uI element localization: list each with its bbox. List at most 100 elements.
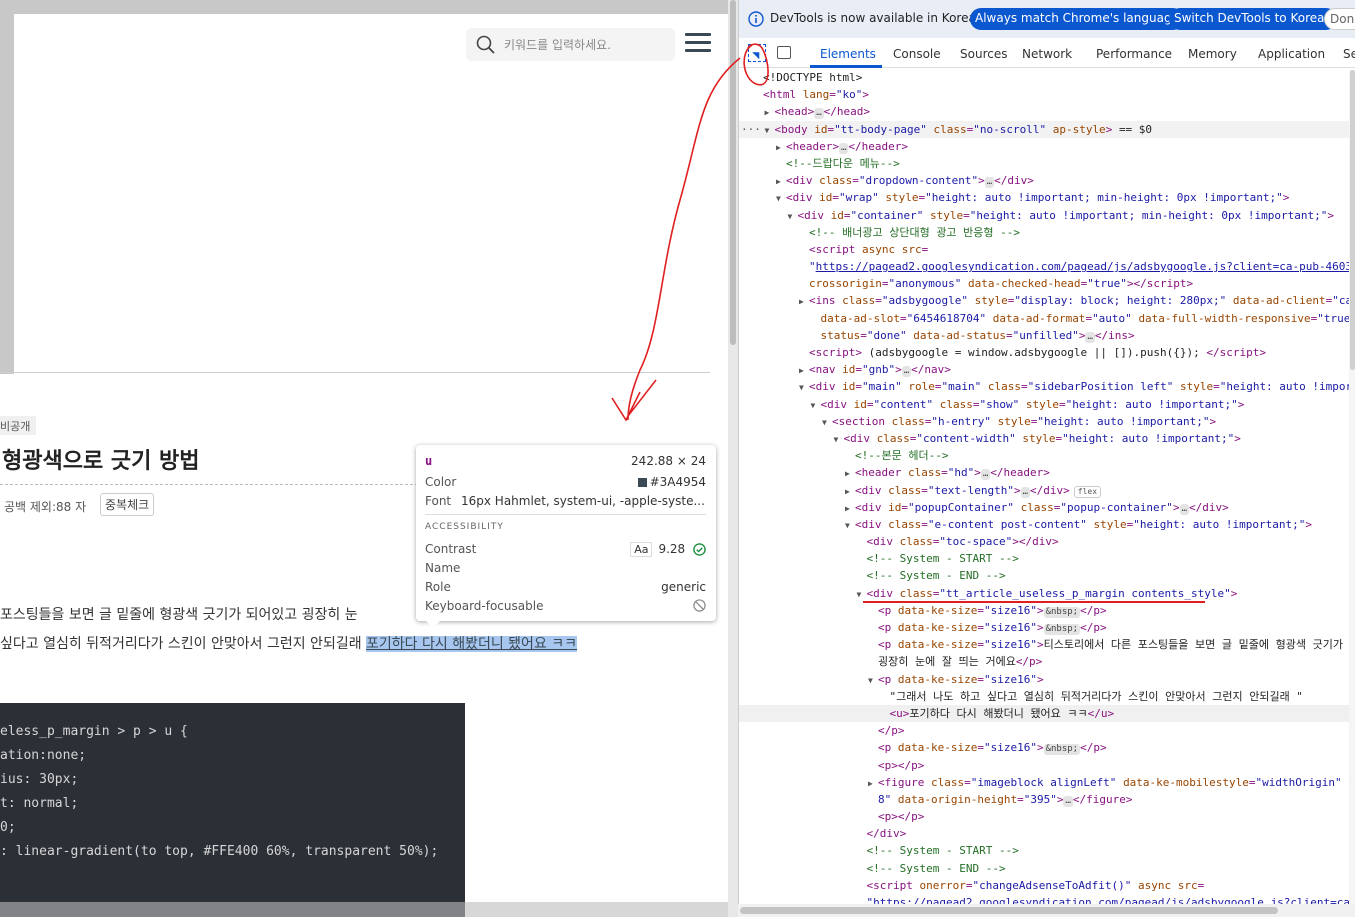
tab-console[interactable]: Console: [893, 47, 941, 61]
dom-node-line[interactable]: <!DOCTYPE html>: [739, 69, 1355, 86]
dom-node-line[interactable]: ▼ <section class="h-entry" style="height:…: [739, 413, 1355, 430]
post-paragraph-1: 포스팅들을 보면 글 밑줄에 형광색 긋기가 되어있고 굉장히 눈: [0, 607, 358, 623]
dom-node-line[interactable]: <script onerror="changeAdsenseToAdfit()"…: [739, 877, 1355, 894]
dom-node-line[interactable]: ▼ <div id="container" style="height: auto…: [739, 207, 1355, 224]
devtools-panel: DevTools is now available in Korean! Alw…: [738, 0, 1355, 917]
dom-node-line[interactable]: ▶ <ins class="adsbygoogle" style="display…: [739, 292, 1355, 309]
code-line: t: normal;: [0, 796, 79, 811]
expand-arrow-icon[interactable]: ▼: [811, 397, 821, 414]
tab-application[interactable]: Application: [1258, 47, 1325, 61]
tooltip-font-row: Font 16px Hahmlet, system-ui, -apple-sys…: [425, 494, 705, 508]
expand-arrow-icon[interactable]: ▶: [765, 104, 775, 121]
dom-node-line[interactable]: <p data-ke-size="size16">티스토리에서 다른 포스팅들을…: [739, 636, 1355, 653]
dom-node-line[interactable]: ▼ <p data-ke-size="size16">: [739, 671, 1355, 688]
expand-arrow-icon[interactable]: ▶: [799, 362, 809, 379]
post-paragraph-2: 싶다고 열심히 뒤적거리다가 스킨이 안맞아서 그런지 안되길래 포기하다 다시…: [0, 633, 578, 653]
dom-node-line[interactable]: <script> (adsbygoogle = window.adsbygoog…: [739, 344, 1355, 361]
web-page: 키워드를 입력하세요. 비공개 형광색으로 긋기 방법 공백 제외:88 자 중…: [0, 0, 738, 917]
expand-arrow-icon[interactable]: ▶: [776, 139, 786, 156]
expand-arrow-icon[interactable]: ▶: [868, 775, 878, 792]
dom-node-line[interactable]: <!-- System - END -->: [739, 567, 1355, 584]
dom-node-line[interactable]: "https://pagead2.googlesyndication.com/p…: [739, 258, 1355, 275]
expand-arrow-icon[interactable]: ▼: [845, 517, 855, 534]
search-box[interactable]: 키워드를 입력하세요.: [466, 28, 675, 61]
dom-node-line[interactable]: ▼ <div id="main" role="main" class="sideb…: [739, 378, 1355, 395]
dom-node-line[interactable]: status="done" data-ad-status="unfilled">…: [739, 327, 1355, 344]
device-toolbar-icon[interactable]: [777, 46, 791, 59]
dom-node-line[interactable]: ▶ <div class="text-length">… </div> flex: [739, 482, 1355, 499]
dom-node-line[interactable]: <p data-ke-size="size16"> &nbsp; </p>: [739, 739, 1355, 756]
always-match-language-button[interactable]: Always match Chrome's language: [970, 8, 1184, 30]
duplicate-check-button[interactable]: 중복체크: [100, 493, 155, 516]
expand-arrow-icon[interactable]: ▼: [868, 672, 878, 689]
dom-node-line[interactable]: ▼ <div class="content-width" style="heigh…: [739, 430, 1355, 447]
dom-node-line[interactable]: <div class="toc-space"></div>: [739, 533, 1355, 550]
dom-node-line[interactable]: <script async src=: [739, 241, 1355, 258]
dom-node-line[interactable]: <!--드랍다운 메뉴-->: [739, 155, 1355, 172]
dom-node-line[interactable]: data-ad-slot="6454618704" data-ad-format…: [739, 310, 1355, 327]
dont-show-button[interactable]: Don't: [1324, 8, 1355, 30]
horizontal-scrollbar[interactable]: [0, 902, 728, 917]
dom-node-line[interactable]: ▶ <div class="dropdown-content">… </div>: [739, 172, 1355, 189]
devtools-horizontal-scrollbar[interactable]: [738, 904, 1355, 917]
dom-node-line[interactable]: ▼ <div class="e-content post-content" sty…: [739, 516, 1355, 533]
expand-arrow-icon[interactable]: ▶: [845, 465, 855, 482]
dom-node-line[interactable]: ▼ <div id="content" class="show" style="h…: [739, 396, 1355, 413]
dom-node-line[interactable]: ▶ <header class="hd">… </header>: [739, 464, 1355, 481]
tab-performance[interactable]: Performance: [1096, 47, 1172, 61]
tooltip-separator: [425, 514, 706, 515]
dom-node-line[interactable]: ▶ <head>… </head>: [739, 103, 1355, 120]
dom-node-line[interactable]: <!-- 배너광고 상단대형 광고 반응형 -->: [739, 224, 1355, 241]
dom-node-line[interactable]: 8" data-origin-height="395">… </figure>: [739, 791, 1355, 808]
dom-node-line[interactable]: </div>: [739, 825, 1355, 842]
code-line: eless_p_margin > p > u {: [0, 724, 188, 739]
expand-arrow-icon[interactable]: ▶: [776, 173, 786, 190]
vertical-scrollbar[interactable]: [728, 0, 738, 917]
node-actions-icon[interactable]: ···: [741, 121, 761, 138]
dom-node-line[interactable]: 굉장히 눈에 잘 띄는 거에요</p>: [739, 653, 1355, 670]
dom-node-line[interactable]: ▶ <div id="popupContainer" class="popup-c…: [739, 499, 1355, 516]
dom-node-line[interactable]: <p data-ke-size="size16"> &nbsp; </p>: [739, 619, 1355, 636]
tab-network[interactable]: Network: [1022, 47, 1072, 61]
dom-node-line[interactable]: crossorigin="anonymous" data-checked-hea…: [739, 275, 1355, 292]
dom-node-line[interactable]: <u>포기하다 다시 해봤더니 됐어요 ㅋㅋ</u>: [739, 704, 1355, 723]
tab-sources[interactable]: Sources: [960, 47, 1007, 61]
dom-node-line[interactable]: ▼ <div class="tt_article_useless_p_margin…: [739, 585, 1355, 602]
screen: 키워드를 입력하세요. 비공개 형광색으로 긋기 방법 공백 제외:88 자 중…: [0, 0, 1355, 917]
dom-node-line[interactable]: "그래서 나도 하고 싶다고 열심히 뒤적거리다가 스킨이 안맞아서 그런지 안…: [739, 688, 1355, 705]
dom-node-line[interactable]: ▶ <nav id="gnb">… </nav>: [739, 361, 1355, 378]
dom-tree-scrollbar[interactable]: [1349, 70, 1355, 904]
expand-arrow-icon[interactable]: ▼: [765, 122, 775, 139]
dom-node-line[interactable]: <p></p>: [739, 808, 1355, 825]
expand-arrow-icon[interactable]: ▼: [799, 379, 809, 396]
expand-arrow-icon[interactable]: ▼: [776, 190, 786, 207]
dom-node-line[interactable]: <!-- System - START -->: [739, 842, 1355, 859]
expand-arrow-icon[interactable]: ▶: [799, 293, 809, 310]
inspect-tooltip: u 242.88 × 24 Color #3A4954 Font 16px Ha…: [416, 445, 716, 628]
tab-memory[interactable]: Memory: [1188, 47, 1237, 61]
dom-node-line[interactable]: <html lang="ko">: [739, 86, 1355, 103]
expand-arrow-icon[interactable]: ▼: [834, 431, 844, 448]
switch-to-korean-button[interactable]: Switch DevTools to Korean: [1169, 8, 1338, 30]
dom-node-line[interactable]: <!--본문 헤더-->: [739, 447, 1355, 464]
expand-arrow-icon[interactable]: ▶: [845, 500, 855, 517]
dom-node-line[interactable]: ▼ <div id="wrap" style="height: auto !imp…: [739, 189, 1355, 206]
expand-arrow-icon[interactable]: ▼: [822, 414, 832, 431]
expand-arrow-icon[interactable]: ▶: [845, 483, 855, 500]
dom-node-line[interactable]: ··· ▼ <body id="tt-body-page" class="no-sc…: [739, 120, 1355, 139]
expand-arrow-icon[interactable]: ▼: [788, 208, 798, 225]
dom-node-line[interactable]: ▶ <header>… </header>: [739, 138, 1355, 155]
hamburger-menu-icon[interactable]: [685, 33, 711, 53]
tab-elements[interactable]: Elements: [820, 47, 876, 61]
highlighted-underline-text[interactable]: 포기하다 다시 해봤더니 됐어요 ㅋㅋ: [366, 636, 578, 652]
dom-node-line[interactable]: <!-- System - START -->: [739, 550, 1355, 567]
inspect-element-icon[interactable]: [748, 44, 766, 62]
dom-tree: <!DOCTYPE html> <html lang="ko"> ▶ <head>… <…: [739, 69, 1355, 911]
dom-node-line[interactable]: </p>: [739, 722, 1355, 739]
dom-node-line[interactable]: <p></p>: [739, 757, 1355, 774]
scrollbar-thumb[interactable]: [730, 0, 736, 345]
tab-overflow[interactable]: Se: [1343, 47, 1355, 61]
dom-node-line[interactable]: <p data-ke-size="size16"> &nbsp; </p>: [739, 602, 1355, 619]
dom-node-line[interactable]: <!-- System - END -->: [739, 860, 1355, 877]
dom-node-line[interactable]: ▶ <figure class="imageblock alignLeft" da…: [739, 774, 1355, 791]
